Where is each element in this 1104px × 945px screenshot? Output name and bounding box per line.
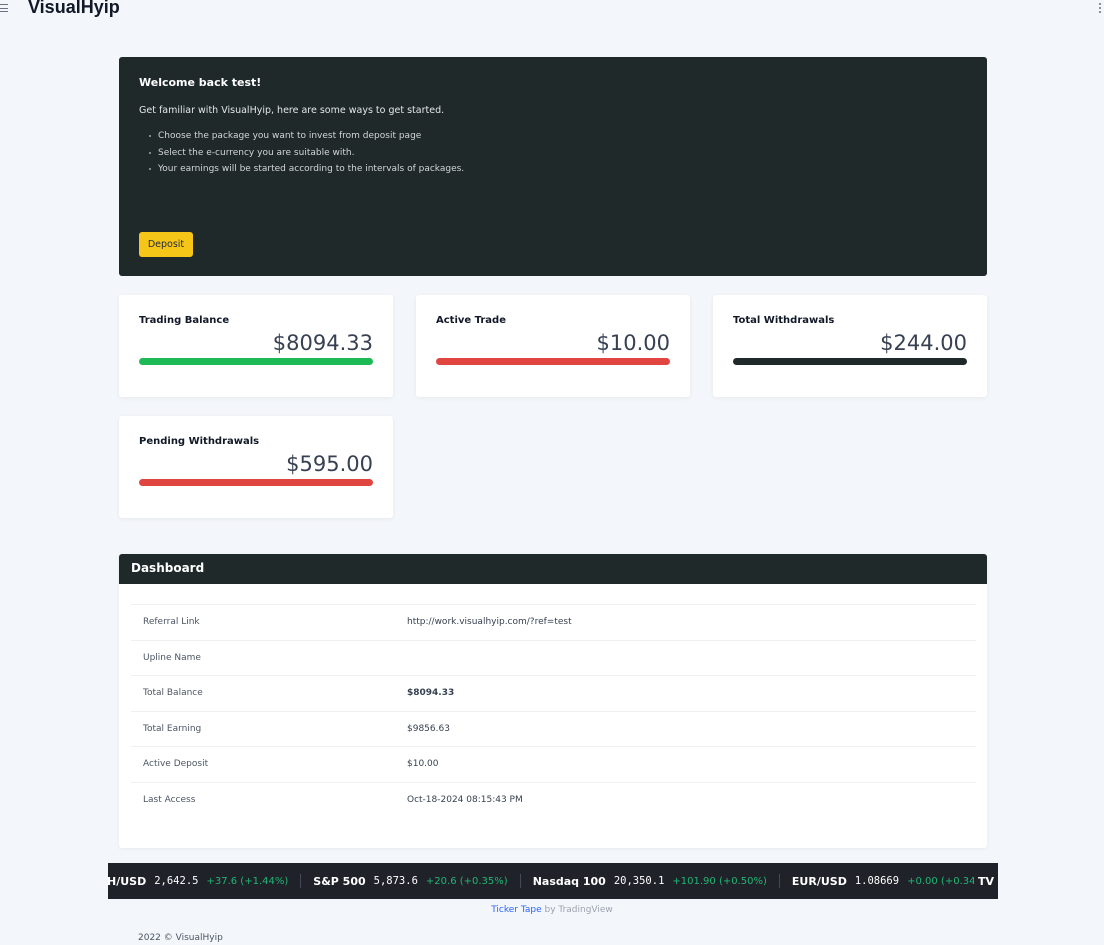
row-label: Upline Name [143,652,201,663]
top-bar: VisualHyip [0,0,1104,24]
ticker-item[interactable]: H/USD 2,642.5 +37.6 (+1.44%) [108,875,288,888]
card-value: $8094.33 [272,331,373,355]
dashboard-table: Referral Link http://work.visualhyip.com… [131,604,976,817]
ticker-item[interactable]: Nasdaq 100 20,350.1 +101.90 (+0.50%) [533,875,767,888]
more-options-icon[interactable] [1099,3,1101,13]
getting-started-list: Choose the package you want to invest fr… [139,128,967,178]
row-label: Referral Link [143,617,200,628]
trading-balance-card: Trading Balance $8094.33 [119,295,393,397]
tradingview-credit: by TradingView [541,905,613,915]
ticker-price: 20,350.1 [613,875,665,887]
card-label: Active Trade [436,315,506,326]
card-value: $10.00 [596,331,670,355]
ticker-price: 5,873.6 [373,875,418,887]
row-label: Total Earning [143,723,202,734]
welcome-intro: Get familiar with VisualHyip, here are s… [139,105,445,116]
card-bar [436,358,670,365]
ticker-symbol: EUR/USD [791,874,847,888]
hamburger-menu-icon[interactable] [0,4,8,12]
ticker-tape-link[interactable]: Ticker Tape [491,905,541,915]
ticker-item[interactable]: EUR/USD 1.08669 +0.00 (+0.34%) [792,875,989,888]
total-withdrawals-card: Total Withdrawals $244.00 [713,295,987,397]
table-row: Active Deposit $10.00 [131,746,976,782]
table-row: Total Balance $8094.33 [131,675,976,711]
pending-withdrawals-card: Pending Withdrawals $595.00 [119,416,393,518]
ticker-change: +20.6 (+0.35%) [425,875,508,887]
dashboard-panel: Dashboard Referral Link http://work.visu… [119,554,987,848]
card-bar [139,358,373,365]
tip-item: Choose the package you want to invest fr… [149,128,967,145]
card-label: Trading Balance [139,315,230,326]
row-value: $10.00 [407,759,439,770]
ticker-price: 1.08669 [854,875,900,887]
card-value: $595.00 [286,452,373,476]
ticker-price: 2,642.5 [154,875,199,887]
row-value: $8094.33 [407,688,455,699]
row-label: Active Deposit [143,759,209,770]
ticker-divider [519,874,521,888]
ticker-item[interactable]: S&P 500 5,873.6 +20.6 (+0.35%) [313,875,507,888]
row-value: $9856.63 [407,723,450,734]
ticker-divider [778,874,780,888]
tip-item: Select the e-currency you are suitable w… [149,145,967,162]
table-row: Total Earning $9856.63 [131,710,976,747]
card-bar [733,358,967,365]
row-label: Total Balance [143,688,203,699]
deposit-button[interactable]: Deposit [139,232,193,257]
ticker-tape[interactable]: H/USD 2,642.5 +37.6 (+1.44%) S&P 500 5,8… [108,863,998,899]
welcome-title: Welcome back test! [139,76,262,89]
card-bar [139,479,373,486]
dashboard-title: Dashboard [119,554,987,584]
card-value: $244.00 [880,331,967,355]
card-label: Pending Withdrawals [139,436,260,447]
referral-link[interactable]: http://work.visualhyip.com/?ref=test [407,617,572,627]
ticker-change: +101.90 (+0.50%) [672,875,767,887]
active-trade-card: Active Trade $10.00 [416,295,690,397]
table-row: Referral Link http://work.visualhyip.com… [131,604,976,640]
ticker-symbol: Nasdaq 100 [532,874,606,888]
footer-copyright: 2022 © VisualHyip [138,933,223,943]
ticker-symbol: S&P 500 [313,874,366,888]
tip-item: Your earnings will be started according … [149,161,967,178]
ticker-credit: Ticker Tape by TradingView [0,905,1104,915]
table-row: Last Access Oct-18-2024 08:15:43 PM [131,781,976,818]
welcome-panel: Welcome back test! Get familiar with Vis… [119,57,987,276]
table-row: Upline Name [131,639,976,676]
row-label: Last Access [143,794,196,805]
row-value: Oct-18-2024 08:15:43 PM [407,794,523,805]
card-label: Total Withdrawals [733,315,835,326]
tradingview-logo-icon[interactable]: TV [974,863,998,899]
ticker-change: +37.6 (+1.44%) [206,875,289,887]
ticker-symbol: H/USD [108,874,147,888]
ticker-divider [300,874,302,888]
brand-logo[interactable]: VisualHyip [28,0,120,18]
